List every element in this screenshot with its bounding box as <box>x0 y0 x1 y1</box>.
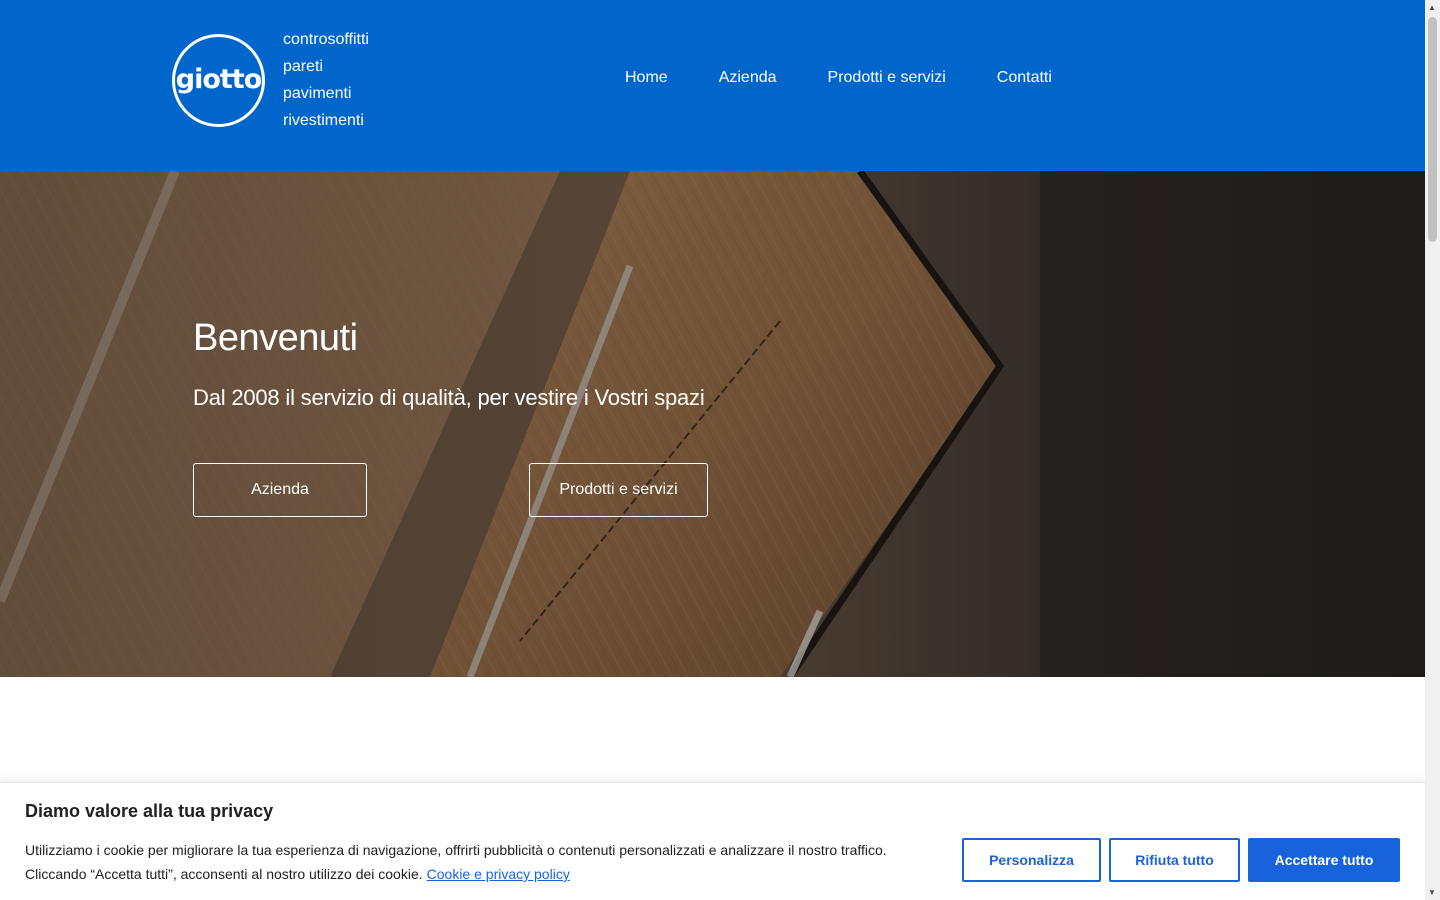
cookie-banner: Diamo valore alla tua privacy Utilizziam… <box>0 782 1425 900</box>
cookie-banner-text: Utilizziamo i cookie per migliorare la t… <box>25 838 925 886</box>
logo-text: giotto <box>175 64 262 95</box>
scroll-down-arrow-icon[interactable]: ▼ <box>1428 888 1436 897</box>
azienda-button[interactable]: Azienda <box>193 463 367 517</box>
tagline-list: controsoffitti pareti pavimenti rivestim… <box>283 26 369 134</box>
hero-section: Benvenuti Dal 2008 il servizio di qualit… <box>0 171 1425 677</box>
tagline-item: controsoffitti <box>283 31 369 48</box>
tagline-item: pareti <box>283 58 324 75</box>
page-scrollbar[interactable]: ▲ ▼ <box>1425 0 1440 900</box>
site-logo[interactable]: giotto <box>172 34 265 127</box>
site-header: giotto controsoffitti pareti pavimenti r… <box>0 0 1425 171</box>
scroll-up-arrow-icon[interactable]: ▲ <box>1428 3 1436 12</box>
cookie-text-line1: Utilizziamo i cookie per migliorare la t… <box>25 842 887 858</box>
scrollbar-thumb[interactable] <box>1428 17 1437 242</box>
page: giotto controsoffitti pareti pavimenti r… <box>0 0 1425 900</box>
nav-item-prodotti-e-servizi[interactable]: Prodotti e servizi <box>828 66 946 90</box>
hero-title: Benvenuti <box>193 317 358 359</box>
nav-item-home[interactable]: Home <box>625 66 668 90</box>
cookie-policy-link[interactable]: Cookie e privacy policy <box>427 866 570 882</box>
cookie-text-line2: Cliccando “Accetta tutti”, acconsenti al… <box>25 866 423 882</box>
reject-all-cookies-button[interactable]: Rifiuta tutto <box>1109 838 1240 882</box>
prodotti-e-servizi-button[interactable]: Prodotti e servizi <box>529 463 708 517</box>
customize-cookies-button[interactable]: Personalizza <box>962 838 1101 882</box>
nav-item-azienda[interactable]: Azienda <box>719 66 777 90</box>
accept-all-cookies-button[interactable]: Accettare tutto <box>1248 838 1400 882</box>
hero-subtitle: Dal 2008 il servizio di qualità, per ves… <box>193 385 705 410</box>
tagline-item: rivestimenti <box>283 112 364 129</box>
main-nav: Home Azienda Prodotti e servizi Contatti <box>625 66 1052 90</box>
cookie-banner-title: Diamo valore alla tua privacy <box>25 801 274 821</box>
hero-overlay <box>0 171 1425 677</box>
tagline-item: pavimenti <box>283 85 352 102</box>
nav-item-contatti[interactable]: Contatti <box>997 66 1052 90</box>
